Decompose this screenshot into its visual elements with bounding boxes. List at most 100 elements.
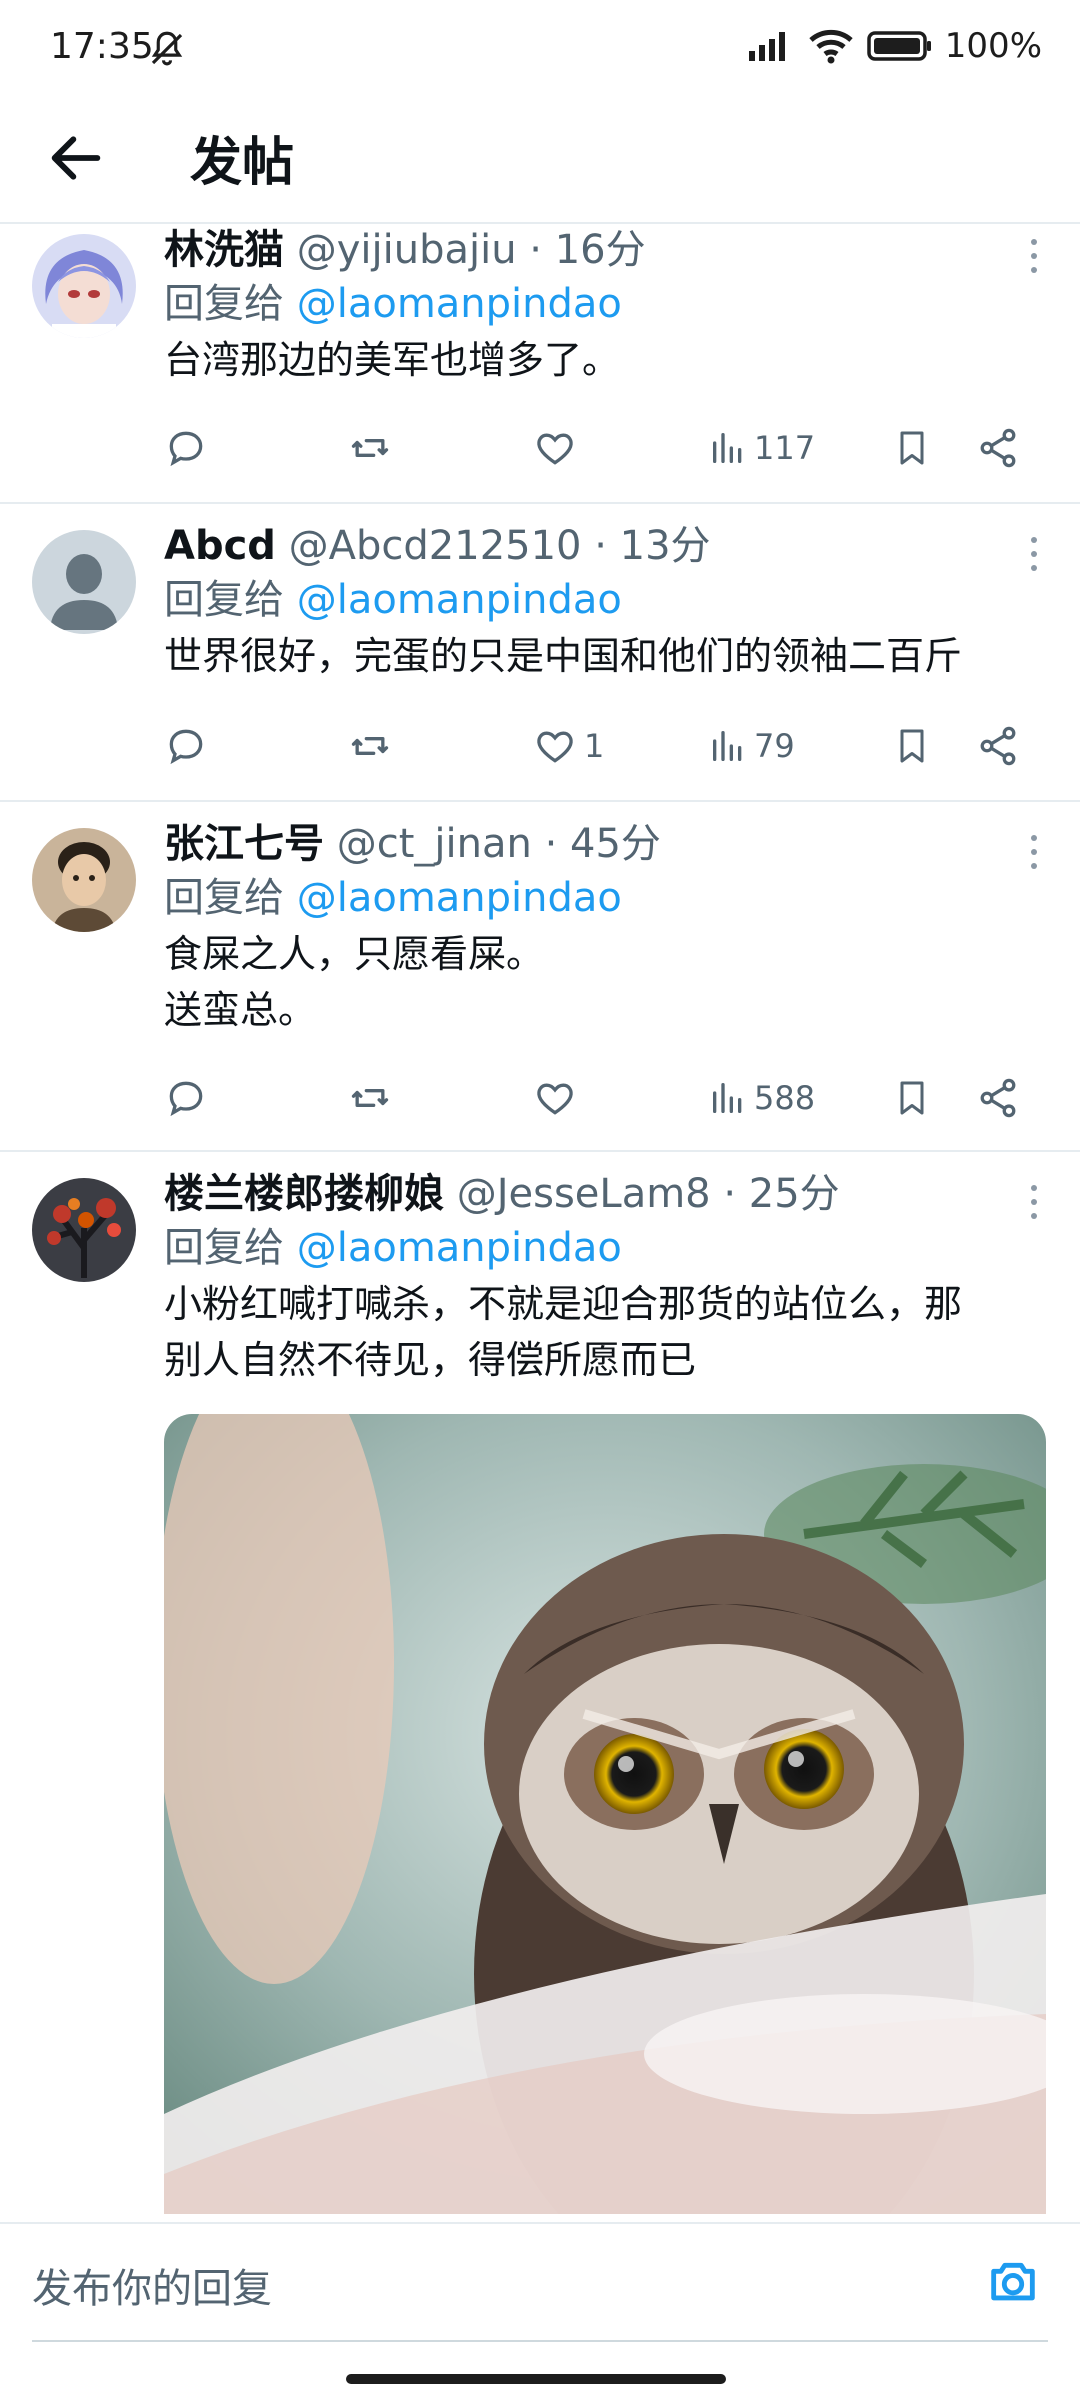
avatar[interactable] (32, 828, 136, 932)
status-bar: 17:35 100% (0, 0, 1080, 100)
bar-chart-icon (713, 1083, 742, 1113)
bookmark-icon (900, 431, 924, 465)
avatar[interactable] (32, 234, 136, 338)
retweet-button[interactable] (346, 418, 394, 478)
retweet-icon (351, 1089, 389, 1107)
tweet-username[interactable]: Abcd (164, 523, 276, 569)
share-icon (980, 1078, 1016, 1118)
tweet-item[interactable]: 楼兰楼郎搂柳娘 @JesseLam8 · 25分 回复给 @laomanpind… (0, 1152, 1080, 2222)
arrow-left-icon[interactable] (44, 126, 108, 190)
retweet-icon (351, 737, 389, 755)
bookmark-button[interactable] (892, 1068, 932, 1128)
reply-input[interactable]: 发布你的回复 (32, 2256, 272, 2314)
bookmark-icon (900, 729, 924, 763)
wifi-icon (809, 29, 853, 64)
share-button[interactable] (976, 1068, 1020, 1128)
share-icon (980, 726, 1016, 766)
signal-icon (748, 32, 785, 61)
avatar[interactable] (32, 1178, 136, 1282)
tweet-text: 世界很好，完蛋的只是中国和他们的领袖二百斤 (164, 634, 963, 678)
tweet-text: 小粉红喊打喊杀，不就是迎合那货的站位么，那 别人自然不待见，得偿所愿而已 (164, 1282, 963, 1382)
reply-feed: 林洗猫 @yijiubajiu · 16分 回复给 @laomanpindao … (0, 224, 1080, 2222)
tweet-actions: 1 79 (164, 716, 1040, 776)
reply-mention[interactable]: @laomanpindao (297, 875, 622, 921)
tweet-text: 台湾那边的美军也增多了。 (164, 338, 621, 382)
share-button[interactable] (976, 418, 1020, 478)
bar-chart-icon (713, 731, 742, 761)
heart-icon (537, 1083, 573, 1115)
more-options-icon[interactable] (1028, 832, 1040, 872)
reply-button[interactable] (164, 716, 208, 776)
retweet-button[interactable] (346, 716, 394, 776)
tweet-time: 45分 (570, 821, 661, 867)
tweet-username[interactable]: 林洗猫 (164, 227, 284, 273)
bookmark-button[interactable] (892, 716, 932, 776)
reply-prefix: 回复给 (164, 1225, 284, 1271)
view-count: 588 (754, 1079, 816, 1117)
tweet-handle[interactable]: @ct_jinan (337, 821, 532, 867)
home-indicator[interactable] (346, 2374, 726, 2384)
avatar[interactable] (32, 530, 136, 634)
like-button[interactable] (532, 418, 584, 478)
tweet-username[interactable]: 张江七号 (164, 821, 324, 867)
reply-button[interactable] (164, 418, 208, 478)
reply-mention[interactable]: @laomanpindao (297, 281, 622, 327)
tweet-handle[interactable]: @yijiubajiu (297, 227, 517, 273)
views-button[interactable]: 79 (708, 716, 795, 776)
view-count: 117 (754, 429, 816, 467)
camera-icon[interactable] (984, 2252, 1042, 2310)
status-right: 100% (745, 26, 1042, 66)
like-button[interactable]: 1 (532, 716, 604, 776)
separator-dot: · (594, 523, 607, 569)
reply-icon (169, 1081, 203, 1117)
battery-level: 100% (944, 26, 1042, 66)
reply-prefix: 回复给 (164, 577, 284, 623)
like-button[interactable] (532, 1068, 584, 1128)
retweet-icon (351, 439, 389, 457)
views-button[interactable]: 588 (708, 1068, 815, 1128)
tweet-item[interactable]: 张江七号 @ct_jinan · 45分 回复给 @laomanpindao 食… (0, 802, 1080, 1152)
tweet-media-image[interactable] (164, 1414, 1046, 2214)
battery-icon (867, 31, 931, 61)
reply-prefix: 回复给 (164, 875, 284, 921)
reply-icon (169, 729, 203, 765)
page-header: 发帖 (0, 100, 1080, 224)
tweet-item[interactable]: 林洗猫 @yijiubajiu · 16分 回复给 @laomanpindao … (0, 224, 1080, 504)
share-icon (980, 428, 1016, 468)
page-title: 发帖 (190, 133, 295, 193)
retweet-button[interactable] (346, 1068, 394, 1128)
mute-bell-icon (151, 31, 183, 66)
views-button[interactable]: 117 (708, 418, 815, 478)
tweet-actions: 588 (164, 1068, 1040, 1128)
view-count: 79 (754, 727, 795, 765)
separator-dot: · (529, 227, 542, 273)
tweet-item[interactable]: Abcd @Abcd212510 · 13分 回复给 @laomanpindao… (0, 504, 1080, 802)
reply-button[interactable] (164, 1068, 208, 1128)
like-count: 1 (584, 727, 605, 765)
compose-underline (32, 2340, 1048, 2342)
tweet-handle[interactable]: @Abcd212510 (289, 523, 582, 569)
tweet-username[interactable]: 楼兰楼郎搂柳娘 (164, 1171, 444, 1217)
tweet-text: 食屎之人，只愿看屎。 送蛮总。 (164, 932, 545, 1032)
more-options-icon[interactable] (1028, 534, 1040, 574)
tweet-handle[interactable]: @JesseLam8 (457, 1171, 711, 1217)
status-time: 17:35 (50, 26, 154, 67)
heart-icon (537, 731, 573, 763)
bookmark-icon (900, 1081, 924, 1115)
separator-dot: · (723, 1171, 737, 1217)
reply-icon (169, 431, 203, 467)
heart-icon (537, 433, 573, 465)
tweet-time: 16分 (554, 227, 646, 273)
reply-mention[interactable]: @laomanpindao (297, 577, 622, 623)
bookmark-button[interactable] (892, 418, 932, 478)
bar-chart-icon (713, 433, 742, 463)
more-options-icon[interactable] (1028, 1182, 1040, 1222)
more-options-icon[interactable] (1028, 236, 1040, 276)
tweet-actions: 117 (164, 418, 1040, 478)
reply-prefix: 回复给 (164, 281, 284, 327)
separator-dot: · (544, 821, 558, 867)
tweet-time: 25分 (748, 1171, 840, 1217)
tweet-time: 13分 (619, 523, 711, 569)
reply-mention[interactable]: @laomanpindao (297, 1225, 622, 1271)
share-button[interactable] (976, 716, 1020, 776)
